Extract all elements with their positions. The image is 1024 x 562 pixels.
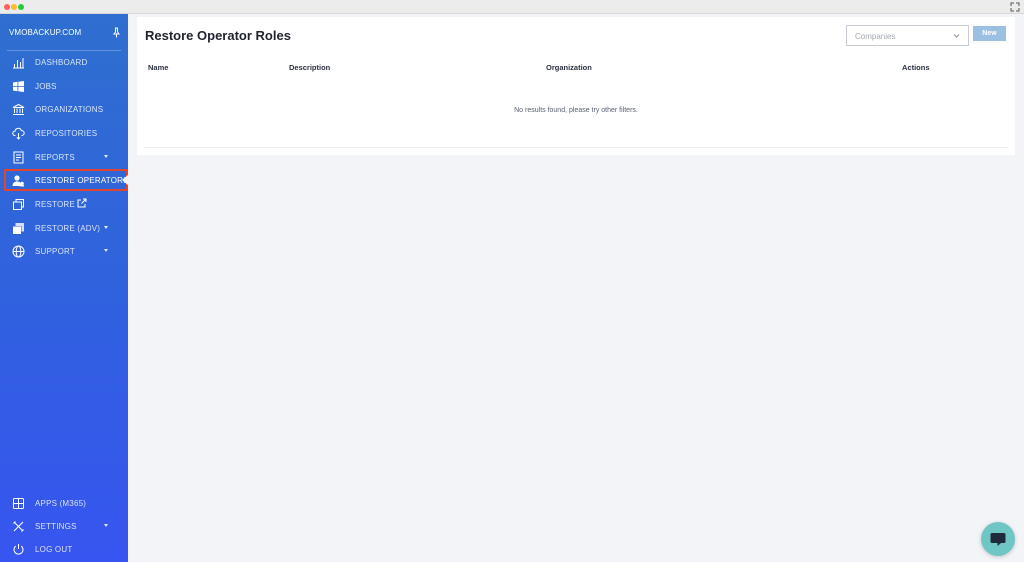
- maximize-window-button[interactable]: [18, 4, 24, 10]
- sidebar-item-jobs[interactable]: JOBS: [0, 75, 128, 97]
- main-card: Restore Operator Roles Companies New Nam…: [137, 17, 1015, 155]
- sidebar-item-dashboard[interactable]: DASHBOARD: [0, 51, 128, 73]
- report-icon: [11, 150, 25, 164]
- companies-select[interactable]: Companies: [846, 25, 969, 46]
- windows-icon: [11, 79, 25, 93]
- column-header-description[interactable]: Description: [289, 63, 330, 72]
- sidebar-item-label: RESTORE: [35, 199, 75, 209]
- minimize-window-button[interactable]: [11, 4, 17, 10]
- sidebar-item-support[interactable]: SUPPORT: [0, 240, 128, 262]
- sidebar-item-label: SUPPORT: [35, 246, 75, 256]
- chat-icon: [990, 533, 1006, 546]
- sidebar-item-label: RESTORE OPERATORS: [35, 175, 129, 185]
- globe-icon: [11, 244, 25, 258]
- sidebar-item-label: REPOSITORIES: [35, 128, 98, 138]
- power-icon: [11, 542, 25, 556]
- sidebar-item-reports[interactable]: REPORTS: [0, 146, 128, 168]
- sidebar: VMOBACKUP.COM DASHBOARD JOBS ORGANIZATIO…: [0, 14, 128, 562]
- sidebar-item-label: ORGANIZATIONS: [35, 104, 104, 114]
- users-icon: [11, 173, 25, 187]
- chevron-down-icon[interactable]: [104, 524, 108, 527]
- chevron-down-icon[interactable]: [104, 155, 108, 158]
- restore-icon: [11, 197, 25, 211]
- grid-icon: [11, 496, 25, 510]
- column-header-actions: Actions: [902, 63, 930, 72]
- close-window-button[interactable]: [4, 4, 10, 10]
- sidebar-item-logout[interactable]: LOG OUT: [0, 538, 128, 560]
- chevron-down-icon: [953, 34, 960, 38]
- chat-button[interactable]: [981, 522, 1015, 556]
- sidebar-item-label: APPS (M365): [35, 498, 87, 508]
- sidebar-item-restore[interactable]: RESTORE: [0, 193, 128, 215]
- empty-state-message: No results found, please try other filte…: [514, 107, 638, 114]
- column-header-name[interactable]: Name: [148, 63, 168, 72]
- restore-adv-icon: [11, 221, 25, 235]
- sidebar-item-repositories[interactable]: REPOSITORIES: [0, 122, 128, 144]
- sidebar-item-settings[interactable]: SETTINGS: [0, 515, 128, 537]
- companies-placeholder: Companies: [855, 32, 896, 41]
- chevron-down-icon[interactable]: [104, 226, 108, 229]
- sidebar-item-label: REPORTS: [35, 152, 75, 162]
- page-title: Restore Operator Roles: [145, 28, 291, 43]
- tools-icon: [11, 519, 25, 533]
- sidebar-item-restore-adv[interactable]: RESTORE (ADV): [0, 217, 128, 239]
- fullscreen-icon[interactable]: [1010, 2, 1020, 12]
- new-button[interactable]: New: [973, 26, 1006, 41]
- cloud-download-icon: [11, 126, 25, 140]
- sidebar-item-organizations[interactable]: ORGANIZATIONS: [0, 98, 128, 120]
- pin-icon[interactable]: [112, 27, 121, 38]
- sidebar-item-label: SETTINGS: [35, 521, 77, 531]
- chevron-down-icon[interactable]: [104, 249, 108, 252]
- bar-chart-icon: [11, 55, 25, 69]
- column-header-organization[interactable]: Organization: [546, 63, 592, 72]
- sidebar-item-label: LOG OUT: [35, 544, 73, 554]
- table-divider: [144, 147, 1008, 148]
- brand-name: VMOBACKUP.COM: [9, 28, 82, 37]
- external-link-icon[interactable]: [77, 198, 87, 208]
- sidebar-item-apps[interactable]: APPS (M365): [0, 492, 128, 514]
- sidebar-item-label: RESTORE (ADV): [35, 223, 101, 233]
- sidebar-item-label: DASHBOARD: [35, 57, 88, 67]
- active-indicator: [122, 175, 128, 185]
- sidebar-item-label: JOBS: [35, 81, 57, 91]
- bank-icon: [11, 102, 25, 116]
- sidebar-item-restore-operators[interactable]: RESTORE OPERATORS: [4, 169, 128, 191]
- window-titlebar: [0, 0, 1024, 14]
